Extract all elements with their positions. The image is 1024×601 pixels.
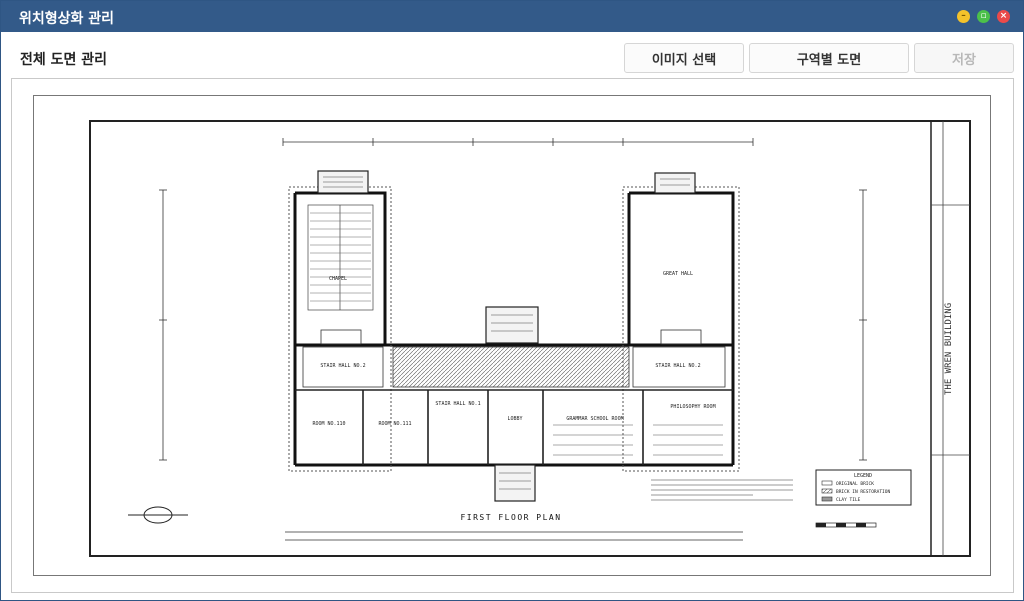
svg-text:LEGEND: LEGEND xyxy=(854,473,872,479)
floor-plan-canvas[interactable]: THE WREN BUILDING CHAPEL GREAT HALL STAI… xyxy=(11,78,1014,593)
section-title: 전체 도면 관리 xyxy=(20,52,108,68)
room-label: ROOM NO.111 xyxy=(378,421,411,427)
room-label: ROOM NO.110 xyxy=(312,421,345,427)
room-label: LOBBY xyxy=(507,416,522,422)
svg-text:BRICK IN RESTORATION: BRICK IN RESTORATION xyxy=(836,489,890,495)
legend: LEGEND ORIGINAL BRICK BRICK IN RESTORATI… xyxy=(815,469,912,506)
room-label: STAIR HALL NO.2 xyxy=(655,363,700,369)
room-label: GREAT HALL xyxy=(663,271,693,277)
plan-title: FIRST FLOOR PLAN xyxy=(460,513,561,522)
room-label: STAIR HALL NO.1 xyxy=(435,401,480,407)
scale-bar xyxy=(815,522,877,528)
app-window: 위치형상화 관리 – ▫ × 전체 도면 관리 이미지 선택 구역별 도면 저장… xyxy=(0,0,1024,601)
svg-text:CLAY TILE: CLAY TILE xyxy=(836,497,861,503)
room-label: CHAPEL xyxy=(329,276,347,282)
room-label: GRAMMAR SCHOOL ROOM xyxy=(566,416,623,422)
select-image-button[interactable]: 이미지 선택 xyxy=(624,43,744,73)
svg-text:ORIGINAL BRICK: ORIGINAL BRICK xyxy=(836,481,874,487)
room-label: STAIR HALL NO.2 xyxy=(320,363,365,369)
room-label: PHILOSOPHY ROOM xyxy=(670,404,715,410)
zone-plan-button[interactable]: 구역별 도면 xyxy=(749,43,909,73)
close-icon[interactable]: × xyxy=(997,10,1010,23)
save-button[interactable]: 저장 xyxy=(914,43,1014,73)
window-title: 위치형상화 관리 xyxy=(19,11,115,27)
building-name-text: THE WREN BUILDING xyxy=(944,303,954,395)
minimize-icon[interactable]: – xyxy=(957,10,970,23)
maximize-icon[interactable]: ▫ xyxy=(977,10,990,23)
floor-plan-drawing: THE WREN BUILDING CHAPEL GREAT HALL STAI… xyxy=(33,95,991,576)
title-bar[interactable]: 위치형상화 관리 – ▫ × xyxy=(1,1,1023,32)
